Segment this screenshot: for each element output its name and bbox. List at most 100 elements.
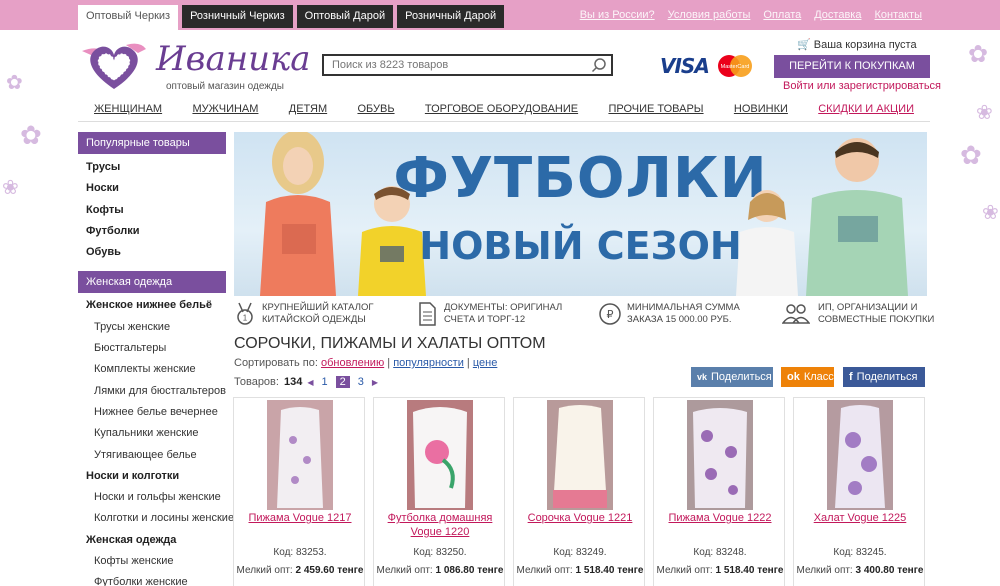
top-links: Вы из России? Условия работы Оплата Дост… [580, 9, 922, 21]
product-name[interactable]: Пижама Vogue 1222 [654, 511, 786, 525]
features-strip: 1 Крупнейший каталог китайской одежды Док… [234, 300, 934, 330]
sidebar-subitem[interactable]: Кофты женские [78, 551, 226, 572]
mastercard-logo-icon: MasterCard [718, 55, 752, 77]
tab-retail-daroy[interactable]: Розничный Дарой [397, 5, 505, 28]
sort-by-update[interactable]: обновлению [321, 357, 384, 369]
sort-by-price[interactable]: цене [473, 357, 498, 369]
nav-sales[interactable]: СКИДКИ И АКЦИИ [818, 98, 914, 121]
feature-text-line2: заказа 15 000.00 руб. [627, 314, 732, 325]
share-vk-button[interactable]: vk Поделиться [691, 367, 773, 387]
nav-new[interactable]: НОВИНКИ [734, 98, 788, 121]
product-name[interactable]: Футболка домашняя Vogue 1220 [374, 511, 506, 539]
sidebar-subitem[interactable]: Комплекты женские [78, 359, 226, 380]
link-from-russia[interactable]: Вы из России? [580, 9, 655, 21]
page-3[interactable]: 3 [355, 376, 367, 388]
page-2[interactable]: 2 [335, 376, 350, 388]
main-nav: ЖЕНЩИНАМ МУЖЧИНАМ ДЕТЯМ ОБУВЬ ТОРГОВОЕ О… [78, 98, 930, 122]
sidebar-item-underwear[interactable]: Трусы [78, 157, 226, 178]
sidebar-women-heading[interactable]: Женская одежда [78, 271, 226, 294]
sidebar-subitem[interactable]: Футболки женские [78, 572, 226, 586]
product-card[interactable]: Пижама Vogue 1217 Код: 83253. Мелкий опт… [233, 397, 365, 586]
sidebar-subitem[interactable]: Носки и гольфы женские [78, 487, 226, 508]
product-name[interactable]: Халат Vogue 1225 [794, 511, 926, 525]
sidebar-item-sweaters[interactable]: Кофты [78, 200, 226, 221]
count-label: Товаров: [234, 376, 279, 388]
sidebar-subitem[interactable]: Утягивающее белье [78, 445, 226, 466]
product-price: 1 518.40 тенге [575, 565, 644, 576]
product-card[interactable]: Футболка домашняя Vogue 1220 Код: 83250.… [373, 397, 505, 586]
link-contacts[interactable]: Контакты [874, 9, 922, 21]
cart-status[interactable]: 🛒 Ваша корзина пуста [797, 38, 917, 51]
flower-decoration-icon: ✿ [960, 140, 982, 170]
product-name[interactable]: Сорочка Vogue 1221 [514, 511, 646, 525]
facebook-icon: f [849, 371, 853, 383]
sort-by-popularity[interactable]: популярности [393, 357, 464, 369]
tab-wholesale-daroy[interactable]: Оптовый Дарой [296, 5, 394, 28]
nav-shoes[interactable]: ОБУВЬ [357, 98, 394, 121]
document-icon [419, 302, 436, 326]
share-label: Класс [803, 371, 834, 383]
link-payment[interactable]: Оплата [763, 9, 801, 21]
page-1[interactable]: 1 [318, 376, 330, 388]
sidebar-subitem[interactable]: Бюстгальтеры [78, 338, 226, 359]
code-label: Код: [833, 547, 854, 558]
nav-equipment[interactable]: ТОРГОВОЕ ОБОРУДОВАНИЕ [425, 98, 578, 121]
product-photo [827, 400, 893, 510]
product-code: 83245 [855, 547, 884, 558]
flower-decoration-icon: ✿ [968, 41, 989, 68]
prev-page-icon[interactable]: ◀ [307, 378, 313, 387]
product-photo [687, 400, 753, 510]
store-tabs: Оптовый Черкиз Розничный Черкиз Оптовый … [78, 5, 505, 30]
price-label: Мелкий опт: [376, 565, 433, 576]
tab-wholesale-cherkiz[interactable]: Оптовый Черкиз [78, 5, 179, 30]
cart-icon: 🛒 [797, 39, 811, 51]
svg-text:₽: ₽ [607, 308, 614, 321]
sidebar-item-socks[interactable]: Носки [78, 178, 226, 199]
flower-decoration-icon: ✿ [20, 120, 42, 150]
flower-decoration-icon: ❀ [2, 177, 19, 199]
nav-men[interactable]: МУЖЧИНАМ [192, 98, 258, 121]
sidebar-subitem[interactable]: Лямки для бюстгальтеров [78, 381, 226, 402]
product-card[interactable]: Халат Vogue 1225 Код: 83245. Мелкий опт:… [793, 397, 925, 586]
price-label: Мелкий опт: [516, 565, 573, 576]
link-terms[interactable]: Условия работы [668, 9, 751, 21]
product-code: 83253 [295, 547, 324, 558]
product-card[interactable]: Пижама Vogue 1222 Код: 83248. Мелкий опт… [653, 397, 785, 586]
tab-retail-cherkiz[interactable]: Розничный Черкиз [182, 5, 293, 28]
sidebar-subitem[interactable]: Трусы женские [78, 317, 226, 338]
sidebar-item-shoes[interactable]: Обувь [78, 242, 226, 263]
sidebar-item-tshirts[interactable]: Футболки [78, 221, 226, 242]
search-input[interactable] [324, 56, 584, 74]
product-price: 3 400.80 тенге [855, 565, 924, 576]
promo-banner[interactable]: ФУТБОЛКИ НОВЫЙ СЕЗОН [234, 132, 927, 296]
flower-decoration-icon: ❀ [976, 102, 993, 124]
product-code: 83249 [575, 547, 604, 558]
share-facebook-button[interactable]: f Поделиться [843, 367, 925, 387]
price-label: Мелкий опт: [796, 565, 853, 576]
next-page-icon[interactable]: ▶ [372, 378, 378, 387]
share-ok-button[interactable]: ok Класс [781, 367, 834, 387]
product-card[interactable]: Сорочка Vogue 1221 Код: 83249. Мелкий оп… [513, 397, 645, 586]
sidebar-category[interactable]: Женское нижнее бельё [78, 295, 226, 316]
go-shopping-button[interactable]: ПЕРЕЙТИ К ПОКУПКАМ [774, 55, 930, 78]
code-label: Код: [693, 547, 714, 558]
link-delivery[interactable]: Доставка [814, 9, 861, 21]
nav-kids[interactable]: ДЕТЯМ [289, 98, 327, 121]
product-price: 1 086.80 тенге [435, 565, 504, 576]
sidebar-category[interactable]: Носки и колготки [78, 466, 226, 487]
sidebar: Популярные товары Трусы Носки Кофты Футб… [78, 132, 234, 586]
sidebar-subitem[interactable]: Колготки и лосины женские [78, 508, 234, 529]
product-name[interactable]: Пижама Vogue 1217 [234, 511, 366, 525]
heart-logo-icon [82, 43, 146, 89]
search-icon[interactable] [591, 57, 607, 73]
odnoklassniki-icon: ok [787, 371, 800, 383]
sidebar-popular-heading[interactable]: Популярные товары [78, 132, 226, 154]
sidebar-subitem[interactable]: Нижнее белье вечернее [78, 402, 226, 423]
sidebar-subitem[interactable]: Купальники женские [78, 423, 226, 444]
nav-other[interactable]: ПРОЧИЕ ТОВАРЫ [608, 98, 703, 121]
login-register-link[interactable]: Войти или зарегистрироваться [783, 80, 941, 92]
site-logo[interactable]: Иваника оптовый магазин одежды [80, 37, 311, 97]
sidebar-category[interactable]: Женская одежда [78, 530, 226, 551]
cart-label: Ваша корзина пуста [813, 39, 917, 51]
nav-women[interactable]: ЖЕНЩИНАМ [94, 98, 162, 121]
